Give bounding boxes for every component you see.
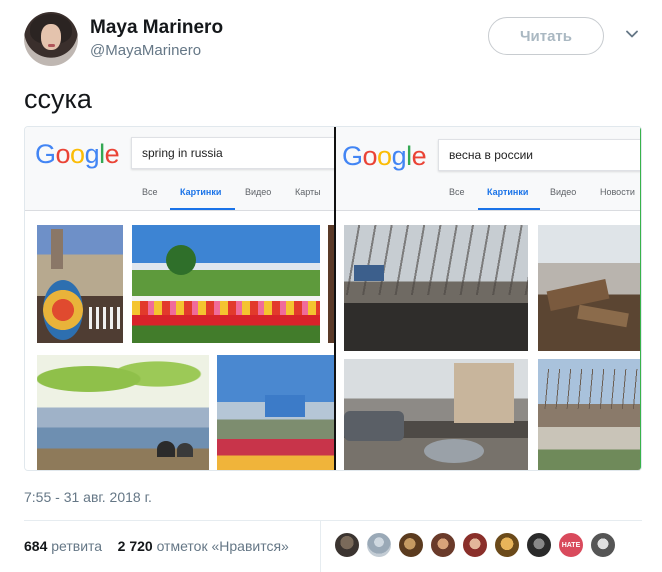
liker-hate-text: HATE bbox=[561, 541, 581, 549]
chevron-down-icon[interactable] bbox=[624, 26, 640, 42]
tab-all: Все bbox=[142, 187, 158, 197]
search-tabs: Все Картинки Видео Карты bbox=[25, 187, 334, 211]
google-header: Google весна в россии Все Картинки Видео… bbox=[336, 127, 641, 211]
liker-avatar[interactable]: HATE bbox=[558, 532, 584, 558]
liker-avatar[interactable] bbox=[462, 532, 488, 558]
liker-avatar[interactable] bbox=[366, 532, 392, 558]
google-screenshot-right: Google весна в россии Все Картинки Видео… bbox=[336, 127, 641, 470]
edge-line bbox=[640, 127, 641, 470]
active-tab-underline bbox=[478, 208, 540, 210]
author-avatar[interactable] bbox=[24, 12, 78, 66]
tab-video: Видео bbox=[245, 187, 272, 197]
google-logo: Google bbox=[342, 141, 427, 171]
tweet-media[interactable]: Google spring in russia Все Картинки Вид… bbox=[24, 126, 642, 471]
tab-images: Картинки bbox=[487, 187, 529, 197]
search-input: spring in russia bbox=[131, 137, 334, 169]
retweets-label[interactable]: ретвита bbox=[51, 538, 102, 554]
author-handle[interactable]: @MayaMarinero bbox=[90, 42, 201, 59]
author-name[interactable]: Maya Marinero bbox=[90, 17, 223, 39]
divider bbox=[24, 520, 642, 521]
liker-avatar[interactable] bbox=[430, 532, 456, 558]
liker-avatar[interactable] bbox=[334, 532, 360, 558]
image-flower-bed bbox=[217, 355, 334, 470]
active-tab-underline bbox=[170, 208, 235, 210]
likes-count[interactable]: 2 720 bbox=[118, 538, 153, 554]
search-tabs: Все Картинки Видео Новости bbox=[336, 187, 641, 211]
google-logo: Google bbox=[35, 139, 120, 169]
image-muddy-yard bbox=[344, 225, 528, 351]
follow-button[interactable]: Читать bbox=[488, 17, 604, 55]
google-header: Google spring in russia Все Картинки Вид… bbox=[25, 127, 334, 211]
tab-video: Видео bbox=[550, 187, 577, 197]
liker-avatar[interactable] bbox=[526, 532, 552, 558]
image-city-easter bbox=[37, 225, 123, 343]
image-melting-snow bbox=[538, 359, 640, 470]
tweet-stats: 684 ретвита 2 720 отметок «Нравится» bbox=[24, 538, 289, 554]
retweets-count[interactable]: 684 bbox=[24, 538, 47, 554]
search-input: весна в россии bbox=[438, 139, 641, 171]
tweet-text: ссука bbox=[24, 84, 92, 114]
stats-divider bbox=[320, 521, 321, 572]
tab-news: Новости bbox=[600, 187, 635, 197]
tweet-timestamp[interactable]: 7:55 - 31 авг. 2018 г. bbox=[24, 489, 152, 505]
liker-avatar[interactable] bbox=[494, 532, 520, 558]
tab-all: Все bbox=[449, 187, 465, 197]
image-tulip-park bbox=[132, 225, 320, 343]
google-screenshot-left: Google spring in russia Все Картинки Вид… bbox=[25, 127, 334, 470]
image-puddle-street bbox=[344, 359, 528, 470]
image-broken-wood bbox=[538, 225, 640, 351]
liker-avatar[interactable] bbox=[590, 532, 616, 558]
image-birch-river bbox=[37, 355, 209, 470]
likes-label[interactable]: отметок «Нравится» bbox=[157, 538, 289, 554]
tab-maps: Карты bbox=[295, 187, 321, 197]
tweet-header: Maya Marinero @MayaMarinero Читать bbox=[24, 12, 644, 68]
tab-images: Картинки bbox=[180, 187, 222, 197]
liker-avatar[interactable] bbox=[398, 532, 424, 558]
